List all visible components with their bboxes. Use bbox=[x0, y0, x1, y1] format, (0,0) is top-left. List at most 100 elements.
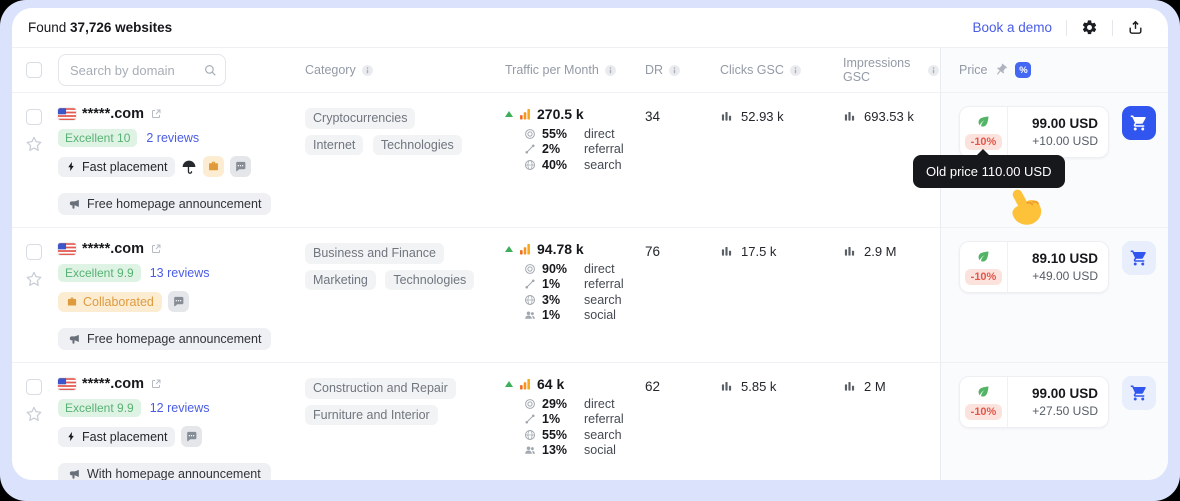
info-icon[interactable] bbox=[789, 64, 802, 77]
traffic-bars-icon bbox=[518, 377, 532, 391]
domain-name[interactable]: *****.com bbox=[82, 106, 144, 122]
select-all-checkbox[interactable] bbox=[26, 62, 42, 78]
price-card[interactable]: -10% 89.10 USD +49.00 USD bbox=[959, 241, 1109, 293]
discount-badge[interactable]: -10% bbox=[964, 404, 1003, 420]
category-cell: Construction and Repair Furniture and In… bbox=[305, 363, 505, 480]
favorite-star-icon[interactable] bbox=[25, 405, 43, 423]
fast-placement-badge: Fast placement bbox=[58, 156, 176, 177]
chat-icon-badge[interactable] bbox=[230, 156, 252, 177]
pointing-hand-cursor bbox=[1003, 187, 1047, 231]
price-extra: +27.50 USD bbox=[1032, 404, 1098, 418]
row-checkbox[interactable] bbox=[26, 244, 42, 260]
bar-chart-icon bbox=[720, 109, 733, 122]
traffic-stat: 1% referral bbox=[524, 412, 645, 428]
settings-button[interactable] bbox=[1081, 19, 1098, 36]
price-card[interactable]: -10% 99.00 USD +27.50 USD bbox=[959, 376, 1109, 428]
external-link-icon[interactable] bbox=[150, 108, 162, 120]
add-to-cart-button[interactable] bbox=[1122, 376, 1156, 410]
add-to-cart-button[interactable] bbox=[1122, 106, 1156, 140]
chat-icon-badge[interactable] bbox=[167, 291, 189, 312]
social-icon bbox=[524, 444, 536, 456]
info-icon[interactable] bbox=[927, 64, 940, 77]
search-input[interactable] bbox=[58, 54, 226, 86]
info-icon[interactable] bbox=[668, 64, 681, 77]
rating-badge: Excellent 9.9 bbox=[58, 264, 141, 282]
category-cell: Cryptocurrencies Internet Technologies bbox=[305, 93, 505, 227]
results-count-prefix: Found bbox=[28, 20, 67, 35]
eco-leaf-icon bbox=[976, 384, 991, 399]
row-checkbox[interactable] bbox=[26, 109, 42, 125]
trend-up-icon bbox=[505, 111, 513, 117]
traffic-stat: 2% referral bbox=[524, 142, 645, 158]
search-field bbox=[58, 54, 226, 86]
us-flag-icon bbox=[58, 108, 76, 121]
category-tag: Technologies bbox=[372, 134, 462, 155]
category-tag: Cryptocurrencies bbox=[305, 108, 416, 129]
cart-icon bbox=[1130, 114, 1148, 132]
cart-icon bbox=[1130, 384, 1148, 402]
traffic-stat: 1% social bbox=[524, 308, 645, 324]
price-cell: -10% 99.00 USD +10.00 USD Old price 110.… bbox=[913, 93, 1168, 227]
traffic-stat: 1% referral bbox=[524, 277, 645, 293]
reviews-link[interactable]: 2 reviews bbox=[146, 131, 199, 145]
column-dr: DR bbox=[645, 63, 720, 77]
favorite-star-icon[interactable] bbox=[25, 135, 43, 153]
category-tag: Business and Finance bbox=[305, 243, 444, 264]
external-link-icon[interactable] bbox=[150, 243, 162, 255]
bar-chart-icon bbox=[843, 109, 856, 122]
announcement-badge: With homepage announcement bbox=[58, 463, 271, 480]
umbrella-icon bbox=[181, 159, 197, 175]
dr-value: 34 bbox=[645, 109, 661, 124]
us-flag-icon bbox=[58, 378, 76, 391]
book-demo-link[interactable]: Book a demo bbox=[972, 20, 1052, 35]
impressions-cell: 2 M bbox=[843, 363, 940, 480]
lightning-icon bbox=[66, 161, 77, 172]
chat-icon bbox=[234, 160, 247, 173]
add-to-cart-button[interactable] bbox=[1122, 241, 1156, 275]
reviews-link[interactable]: 12 reviews bbox=[150, 401, 210, 415]
info-icon[interactable] bbox=[361, 64, 374, 77]
traffic-stat: 55% direct bbox=[524, 126, 645, 142]
category-tag: Construction and Repair bbox=[305, 378, 456, 399]
discount-badge[interactable]: -10% bbox=[964, 269, 1003, 285]
chat-icon-badge[interactable] bbox=[181, 426, 203, 447]
direct-icon bbox=[524, 128, 536, 140]
search-globe-icon bbox=[524, 294, 536, 306]
info-icon[interactable] bbox=[604, 64, 617, 77]
price-cell: -10% 99.00 USD +27.50 USD bbox=[940, 363, 1168, 480]
search-globe-icon bbox=[524, 159, 536, 171]
us-flag-icon bbox=[58, 243, 76, 256]
favorite-star-icon[interactable] bbox=[25, 270, 43, 288]
clicks-cell: 5.85 k bbox=[720, 363, 843, 480]
category-tag: Marketing bbox=[305, 269, 376, 290]
category-tag: Furniture and Interior bbox=[305, 404, 438, 425]
lightning-icon bbox=[66, 431, 77, 442]
briefcase-icon bbox=[66, 296, 78, 308]
traffic-value: 270.5 k bbox=[537, 106, 584, 122]
briefcase-icon bbox=[207, 160, 220, 173]
clicks-cell: 52.93 k bbox=[720, 93, 843, 227]
dr-value: 76 bbox=[645, 244, 661, 259]
direct-icon bbox=[524, 398, 536, 410]
column-price: Price % bbox=[940, 48, 1168, 92]
topbar: Found 37,726 websites Book a demo bbox=[12, 8, 1168, 48]
reviews-link[interactable]: 13 reviews bbox=[150, 266, 210, 280]
gear-icon bbox=[1081, 19, 1098, 36]
domain-name[interactable]: *****.com bbox=[82, 241, 144, 257]
external-link-icon[interactable] bbox=[150, 378, 162, 390]
domain-name[interactable]: *****.com bbox=[82, 376, 144, 392]
traffic-stat: 13% social bbox=[524, 443, 645, 459]
referral-icon bbox=[524, 278, 536, 290]
pin-icon[interactable] bbox=[994, 63, 1008, 77]
column-traffic: Traffic per Month bbox=[505, 63, 645, 77]
traffic-stat: 90% direct bbox=[524, 261, 645, 277]
results-count: Found 37,726 websites bbox=[28, 20, 172, 35]
traffic-cell: 94.78 k 90% direct 1% referral 3% search 1%… bbox=[505, 228, 645, 362]
export-button[interactable] bbox=[1127, 19, 1144, 36]
announcement-badge: Free homepage announcement bbox=[58, 193, 272, 215]
discount-badge[interactable]: -10% bbox=[964, 134, 1003, 150]
old-price-tooltip: Old price 110.00 USD bbox=[913, 149, 1065, 188]
divider bbox=[1112, 19, 1113, 36]
discount-filter-icon[interactable]: % bbox=[1015, 62, 1032, 78]
row-checkbox[interactable] bbox=[26, 379, 42, 395]
